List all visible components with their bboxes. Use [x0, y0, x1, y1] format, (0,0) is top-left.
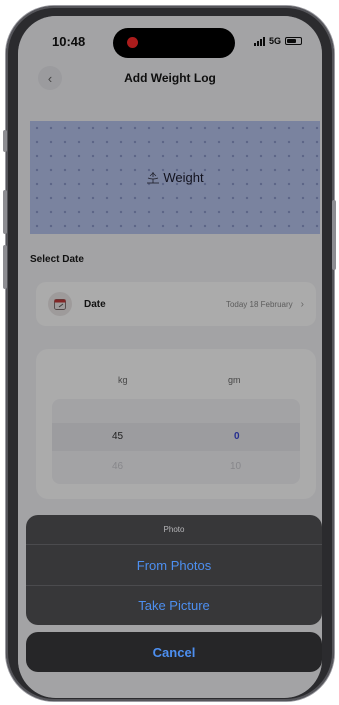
cancel-button[interactable]: Cancel	[26, 632, 322, 672]
take-picture-button[interactable]: Take Picture	[26, 585, 322, 625]
power-button	[332, 200, 336, 270]
side-button	[3, 130, 7, 152]
volume-up-button	[3, 190, 7, 234]
from-photos-button[interactable]: From Photos	[26, 545, 322, 585]
app-screen: 10:48 5G ‹ Add Weight Log Weight Select …	[18, 16, 322, 698]
action-sheet-title: Photo	[26, 515, 322, 545]
volume-down-button	[3, 245, 7, 289]
photo-action-sheet: Photo From Photos Take Picture	[26, 515, 322, 625]
